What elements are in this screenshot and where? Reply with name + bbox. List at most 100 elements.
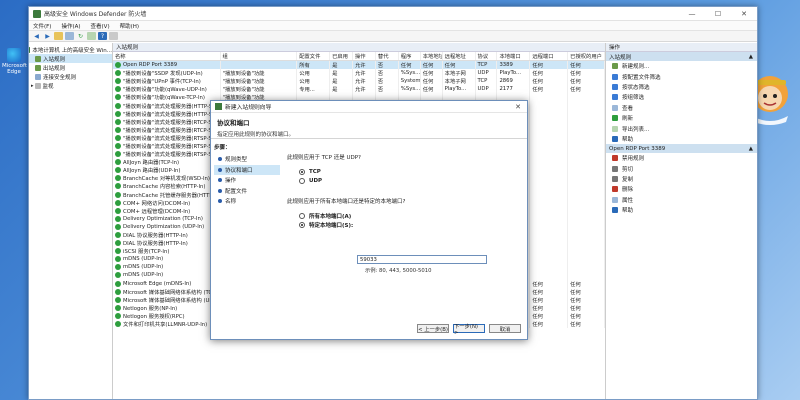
column-header[interactable]: 已授权的用户: [568, 52, 605, 60]
action-item[interactable]: 按状态筛选: [606, 82, 757, 92]
tree-item-connection-security[interactable]: 连接安全规则: [29, 72, 112, 81]
action-item[interactable]: 剪切: [606, 164, 757, 174]
cancel-button[interactable]: 取消: [489, 324, 521, 333]
console-tree-icon[interactable]: [65, 32, 74, 40]
action-item[interactable]: 新建规则...: [606, 61, 757, 71]
table-cell: [530, 93, 569, 102]
actions-group-selected-rule[interactable]: Open RDP Port 3389 ▲: [606, 144, 757, 154]
step-rule-type[interactable]: 规则类型: [214, 154, 280, 165]
back-arrow-icon[interactable]: ◀: [32, 32, 41, 40]
step-bullet-icon: [218, 157, 222, 162]
specific-ports-input[interactable]: 59033: [357, 255, 487, 264]
tree-root[interactable]: 本地计算机 上的高级安全 Win...: [29, 45, 112, 54]
wizard-close-button[interactable]: ✕: [509, 101, 527, 113]
all-ports-radio[interactable]: 所有本地端口(A): [287, 211, 521, 220]
table-row[interactable]: "播放到设备"功能(qWave-UDP-In) "播放到设备"功能 专用... 是允许…: [113, 85, 605, 94]
step-name[interactable]: 名称: [214, 196, 280, 207]
column-header[interactable]: 替代: [376, 52, 399, 60]
folder-icon[interactable]: [54, 32, 63, 40]
action-icon: [612, 186, 618, 193]
tree-item-outbound-rules[interactable]: 出站规则: [29, 63, 112, 72]
table-row[interactable]: "播放到设备"UPnP 事件(TCP-In) "播放到设备"功能 公用是允许否 Sys…: [113, 77, 605, 86]
column-header[interactable]: 协议: [476, 52, 498, 60]
outbound-rules-icon: [35, 64, 41, 71]
step-profile[interactable]: 配置文件: [214, 186, 280, 197]
action-item[interactable]: 按组筛选: [606, 92, 757, 102]
minimize-button[interactable]: —: [679, 7, 705, 21]
rule-name-cell: "播放到设备"流式处理服务器(RTSP-Str: [113, 150, 221, 159]
edge-desktop-shortcut[interactable]: Microsoft Edge: [2, 48, 27, 75]
refresh-icon[interactable]: ↻: [76, 32, 85, 40]
rule-name-cell: Netlogon 服务(NP-In): [113, 303, 221, 312]
rule-name-cell: COM+ 网络访问(DCOM-In): [113, 198, 221, 207]
step-action[interactable]: 操作: [214, 175, 280, 186]
table-cell: [530, 214, 569, 223]
back-button[interactable]: < 上一步(B): [417, 324, 449, 333]
specific-ports-radio[interactable]: 特定本地端口(S):: [287, 220, 521, 229]
action-item[interactable]: 属性: [606, 195, 757, 205]
column-header[interactable]: 本地地址: [421, 52, 443, 60]
table-cell: [568, 101, 605, 110]
rule-name-cell: BranchCache 对等机发现(WSD-In): [113, 174, 221, 183]
tree-item-monitoring[interactable]: ▸ 监视: [29, 81, 112, 90]
table-cell: PlayTo...: [497, 69, 531, 78]
next-button[interactable]: 下一步(N) >: [453, 324, 485, 336]
table-cell: 允许: [353, 69, 376, 78]
column-header[interactable]: 名称: [113, 52, 221, 60]
maximize-button[interactable]: ☐: [705, 7, 731, 21]
export-icon[interactable]: [87, 32, 96, 40]
table-cell: [568, 93, 605, 102]
column-header[interactable]: 组: [221, 52, 298, 60]
action-label: 复制: [622, 177, 634, 184]
rule-name-cell: "播放到设备"流式处理服务器(RTSP-Str: [113, 133, 221, 142]
udp-radio[interactable]: UDP: [287, 176, 521, 185]
action-item[interactable]: 查看: [606, 103, 757, 113]
rule-enabled-icon: [115, 167, 121, 174]
column-header[interactable]: 远程端口: [530, 52, 569, 60]
connection-security-icon: [35, 73, 41, 80]
column-header[interactable]: 程序: [399, 52, 421, 60]
table-cell: [530, 133, 569, 142]
rule-enabled-icon: [115, 240, 121, 247]
menu-action[interactable]: 操作(A): [61, 22, 80, 30]
tree-item-inbound-rules[interactable]: 入站规则: [29, 54, 112, 63]
tcp-radio[interactable]: TCP: [287, 167, 521, 176]
table-cell: %Sys...: [400, 69, 421, 78]
table-row[interactable]: "播放到设备"SSDP 发现(UDP-In) "播放到设备"功能 公用是允许否 %Sy…: [113, 69, 605, 78]
column-header[interactable]: 已启用: [330, 52, 353, 60]
close-button[interactable]: ✕: [731, 7, 757, 21]
menu-file[interactable]: 文件(F): [33, 22, 51, 30]
menu-view[interactable]: 查看(V): [91, 22, 110, 30]
table-cell: 任何: [568, 77, 605, 86]
action-item[interactable]: 按配置文件筛选: [606, 71, 757, 81]
forward-arrow-icon[interactable]: ▶: [43, 32, 52, 40]
properties-icon[interactable]: [109, 32, 118, 40]
rule-name-cell: Microsoft 媒体基础网络体系结构 (TCP...: [113, 287, 221, 296]
action-item[interactable]: 帮助: [606, 134, 757, 144]
menu-help[interactable]: 帮助(H): [120, 22, 139, 30]
rule-enabled-icon: [115, 312, 121, 319]
step-protocol-and-ports[interactable]: 协议和端口: [214, 164, 280, 175]
column-header[interactable]: 配置文件: [297, 52, 331, 60]
action-item[interactable]: 刷新: [606, 113, 757, 123]
table-row[interactable]: Open RDP Port 3389 所有是允许否任何 任何 任何 TCP 3389 任何任…: [113, 61, 605, 70]
table-cell: 任何: [568, 295, 605, 304]
column-header[interactable]: 本地端口: [497, 52, 531, 60]
table-cell: [568, 182, 605, 191]
actions-group-inbound[interactable]: 入站规则 ▲: [606, 52, 757, 61]
action-item[interactable]: 导出列表...: [606, 123, 757, 133]
column-header[interactable]: 操作: [353, 52, 376, 60]
help-icon[interactable]: ?: [98, 32, 107, 40]
action-item[interactable]: 删除: [606, 184, 757, 194]
action-item[interactable]: 复制: [606, 174, 757, 184]
column-header[interactable]: 远程地址: [443, 52, 476, 60]
action-label: 导出列表...: [622, 126, 650, 133]
rule-name: COM+ 网络访问(DCOM-In): [123, 200, 191, 207]
action-item[interactable]: 帮助: [606, 205, 757, 215]
table-cell: 任何: [421, 61, 443, 70]
menu-bar: 文件(F) 操作(A) 查看(V) 帮助(H): [29, 21, 757, 31]
rule-name: Open RDP Port 3389: [123, 62, 178, 69]
action-item[interactable]: 禁用规则: [606, 153, 757, 163]
table-cell: 任何: [530, 311, 569, 320]
rule-enabled-icon: [115, 86, 121, 93]
